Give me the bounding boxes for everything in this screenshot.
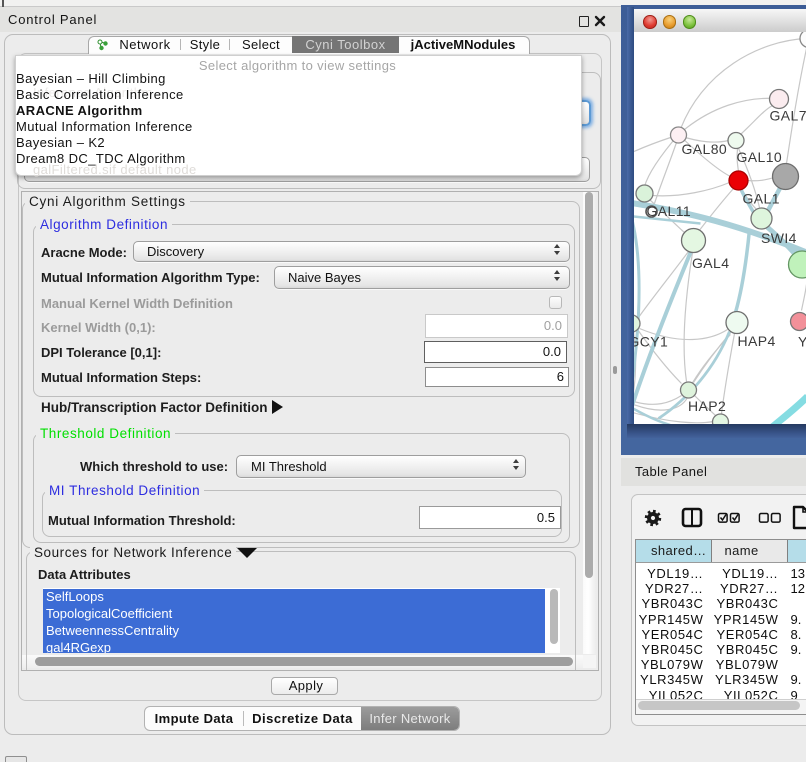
- svg-text:GAL10: GAL10: [736, 149, 782, 165]
- svg-text:GAL80: GAL80: [681, 141, 727, 157]
- svg-text:GAL7: GAL7: [769, 107, 806, 123]
- svg-text:SWI4: SWI4: [761, 230, 797, 246]
- svg-text:HAP4: HAP4: [737, 333, 775, 349]
- svg-text:YM: YM: [798, 333, 806, 349]
- svg-text:HAP2: HAP2: [688, 398, 726, 414]
- svg-text:GCY1: GCY1: [634, 333, 668, 349]
- svg-text:GAL1: GAL1: [742, 190, 779, 206]
- svg-text:GAL11: GAL11: [646, 203, 691, 219]
- svg-text:GAL4: GAL4: [692, 255, 729, 271]
